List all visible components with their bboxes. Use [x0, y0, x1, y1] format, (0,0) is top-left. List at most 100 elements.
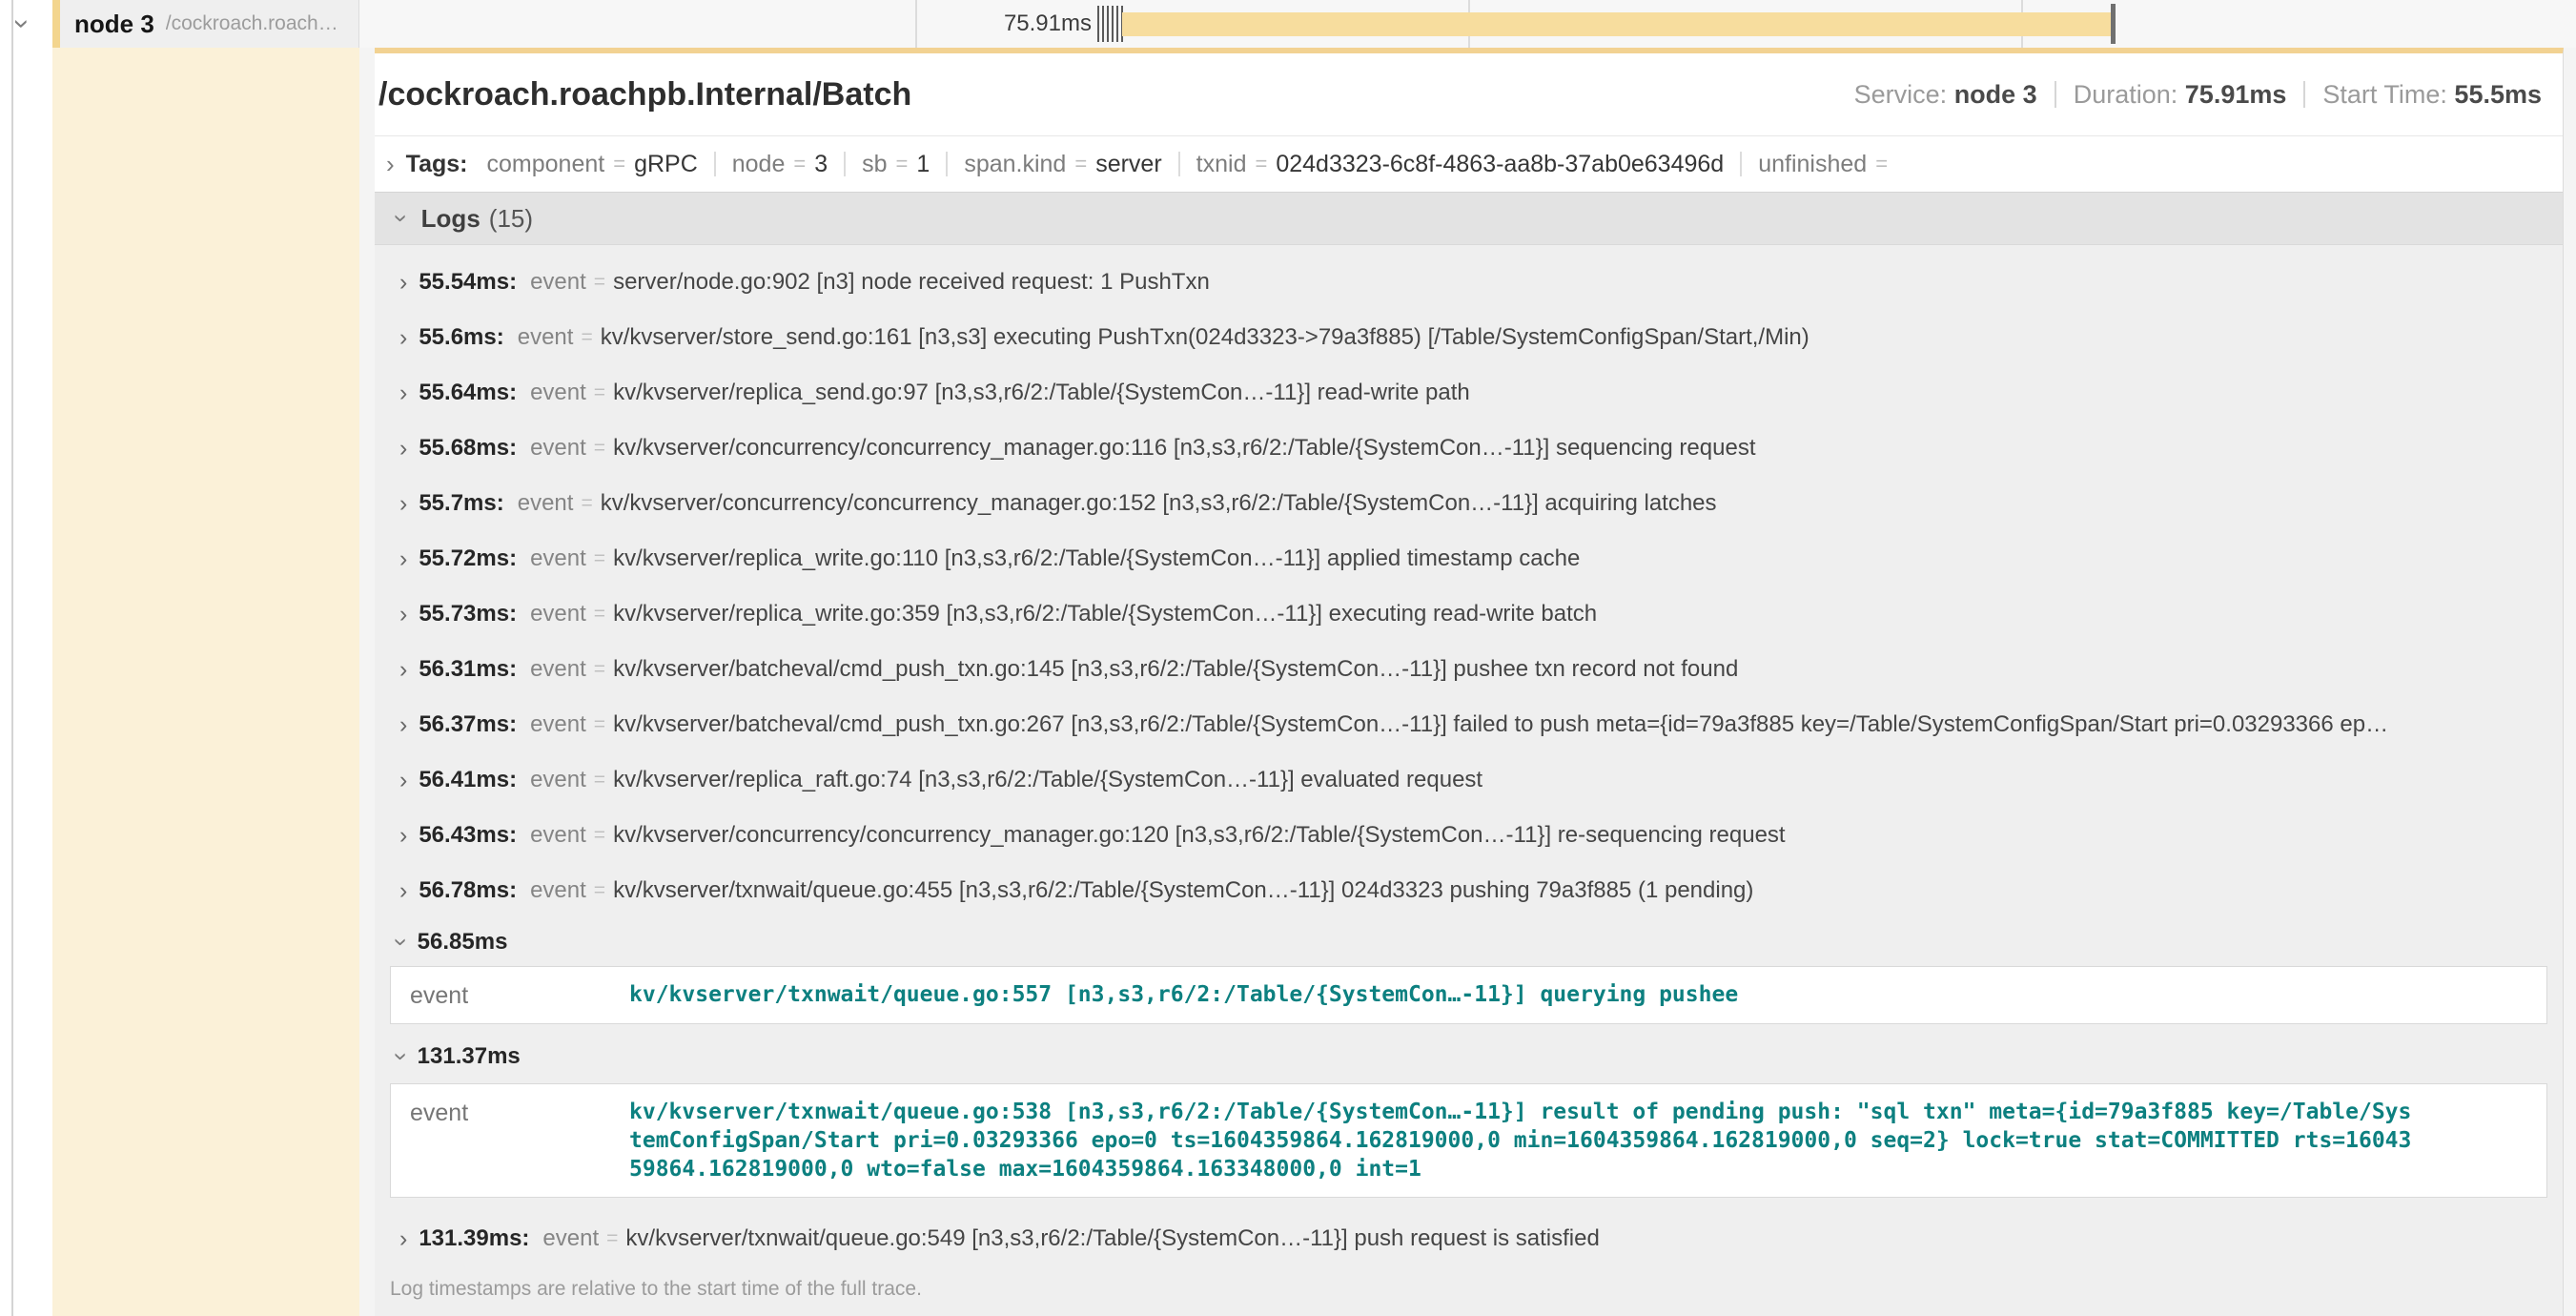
tag-value: server	[1095, 151, 1161, 178]
chevron-right-icon: ›	[386, 152, 395, 176]
span-detail-panel: /cockroach.roachpb.Internal/Batch Servic…	[375, 48, 2564, 1316]
collapse-span-chevron-icon[interactable]: ›	[6, 19, 38, 29]
log-timestamp: 55.7ms:	[419, 490, 503, 517]
logs-title: Logs	[421, 204, 480, 234]
equals-sign: =	[594, 437, 605, 460]
log-field-name: event	[530, 380, 586, 406]
log-entry-collapsed[interactable]: › 55.72ms: event = kv/kvserver/replica_w…	[375, 531, 2563, 586]
log-message: server/node.go:902 [n3] node received re…	[613, 269, 1210, 296]
equals-sign: =	[594, 271, 605, 294]
log-field-name: event	[410, 1098, 629, 1183]
log-entry-collapsed[interactable]: › 56.41ms: event = kv/kvserver/replica_r…	[375, 752, 2563, 808]
chevron-right-icon: ›	[399, 435, 407, 463]
equals-sign: =	[594, 658, 605, 681]
tag-value: 1	[916, 151, 930, 178]
chevron-down-icon: ›	[389, 1053, 414, 1061]
logs-accordion-toggle[interactable]: › Logs (15)	[375, 192, 2563, 245]
log-timestamp: 56.43ms:	[419, 822, 517, 849]
log-message: kv/kvserver/replica_raft.go:74 [n3,s3,r6…	[613, 767, 1482, 793]
span-name-cell[interactable]: node 3 /cockroach.roach…	[52, 0, 359, 48]
log-field-name: event	[530, 435, 586, 462]
equals-sign: =	[606, 1227, 618, 1250]
equals-sign: =	[594, 603, 605, 626]
log-timestamp: 55.68ms:	[419, 435, 517, 462]
log-timestamp: 56.31ms:	[419, 656, 517, 683]
chevron-right-icon: ›	[399, 822, 407, 850]
log-field-name: event	[530, 601, 586, 627]
log-message: kv/kvserver/concurrency/concurrency_mana…	[601, 490, 1717, 517]
log-timestamp: 55.72ms:	[419, 545, 517, 572]
log-timestamp: 55.6ms:	[419, 324, 503, 351]
chevron-right-icon: ›	[399, 1225, 407, 1253]
equals-sign: =	[1875, 152, 1888, 176]
tag-item: span.kind = server	[964, 151, 1161, 178]
log-message: kv/kvserver/concurrency/concurrency_mana…	[613, 822, 1786, 849]
log-message: kv/kvserver/replica_send.go:97 [n3,s3,r6…	[613, 380, 1470, 406]
tags-label: Tags:	[406, 151, 468, 178]
tag-key: component	[487, 151, 605, 178]
log-entry-collapsed[interactable]: › 55.6ms: event = kv/kvserver/store_send…	[375, 310, 2563, 365]
tag-item: node = 3	[732, 151, 828, 178]
span-duration-label: 75.91ms	[906, 0, 1092, 48]
tag-value: gRPC	[634, 151, 698, 178]
log-entry-collapsed[interactable]: › 55.68ms: event = kv/kvserver/concurren…	[375, 421, 2563, 476]
tag-item: sb = 1	[862, 151, 930, 178]
log-timestamp: 131.39ms:	[419, 1225, 529, 1252]
equals-sign: =	[581, 492, 592, 515]
selected-span-highlight-column	[52, 48, 359, 1316]
tag-key: txnid	[1196, 151, 1247, 178]
log-message: kv/kvserver/replica_write.go:110 [n3,s3,…	[613, 545, 1580, 572]
chevron-down-icon: ›	[389, 938, 414, 947]
chevron-right-icon: ›	[399, 711, 407, 739]
equals-sign: =	[793, 152, 806, 176]
chevron-right-icon: ›	[399, 877, 407, 905]
log-entry-collapsed[interactable]: › 55.54ms: event = server/node.go:902 [n…	[375, 255, 2563, 310]
log-message: kv/kvserver/batcheval/cmd_push_txn.go:26…	[613, 711, 2388, 738]
log-field-value: kv/kvserver/txnwait/queue.go:557 [n3,s3,…	[629, 980, 1738, 1010]
span-operation-title: /cockroach.roachpb.Internal/Batch	[378, 76, 911, 113]
equals-sign: =	[613, 152, 625, 176]
log-entry-collapsed[interactable]: › 55.64ms: event = kv/kvserver/replica_s…	[375, 365, 2563, 421]
log-entry-collapsed[interactable]: › 56.78ms: event = kv/kvserver/txnwait/q…	[375, 863, 2563, 918]
span-operation-name: /cockroach.roach…	[166, 12, 346, 35]
equals-sign: =	[896, 152, 909, 176]
service-stat: Service: node 3	[1854, 80, 2037, 110]
log-entry-collapsed[interactable]: › 56.31ms: event = kv/kvserver/batcheval…	[375, 642, 2563, 697]
start-time-stat: Start Time: 55.5ms	[2322, 80, 2542, 110]
log-entry-collapsed[interactable]: › 56.43ms: event = kv/kvserver/concurren…	[375, 808, 2563, 863]
chevron-down-icon: ›	[389, 215, 414, 223]
log-keyvalue-table: event kv/kvserver/txnwait/queue.go:538 […	[390, 1083, 2547, 1198]
log-entry-toggle[interactable]: › 131.37ms	[375, 1030, 2563, 1083]
tag-item: unfinished =	[1758, 151, 1896, 178]
log-entry-toggle[interactable]: › 56.85ms	[375, 918, 2563, 966]
span-stats: Service: node 3 Duration: 75.91ms Start …	[1854, 80, 2542, 110]
log-entry-collapsed[interactable]: › 55.7ms: event = kv/kvserver/concurrenc…	[375, 476, 2563, 531]
log-message: kv/kvserver/store_send.go:161 [n3,s3] ex…	[601, 324, 1809, 351]
log-message: kv/kvserver/replica_write.go:359 [n3,s3,…	[613, 601, 1597, 627]
tag-divider	[714, 152, 716, 176]
log-field-name: event	[530, 545, 586, 572]
logs-footer-note: Log timestamps are relative to the start…	[375, 1270, 2563, 1316]
equals-sign: =	[594, 769, 605, 792]
stat-divider	[2055, 81, 2056, 108]
equals-sign: =	[581, 326, 592, 349]
equals-sign: =	[594, 381, 605, 404]
span-duration-bar[interactable]	[1122, 12, 2112, 36]
tag-item: component = gRPC	[487, 151, 698, 178]
span-timeline-row: node 3 /cockroach.roach… 75.91ms	[52, 0, 2576, 48]
chevron-right-icon: ›	[399, 545, 407, 573]
equals-sign: =	[594, 713, 605, 736]
log-field-name: event	[410, 980, 629, 1010]
chevron-right-icon: ›	[399, 490, 407, 518]
log-field-name: event	[530, 877, 586, 904]
equals-sign: =	[594, 824, 605, 847]
log-entry-collapsed[interactable]: › 131.39ms: event = kv/kvserver/txnwait/…	[375, 1211, 2563, 1266]
log-entry-collapsed[interactable]: › 55.73ms: event = kv/kvserver/replica_w…	[375, 586, 2563, 642]
log-entry-collapsed[interactable]: › 56.37ms: event = kv/kvserver/batcheval…	[375, 697, 2563, 752]
log-field-name: event	[518, 324, 574, 351]
tags-accordion-toggle[interactable]: › Tags: component = gRPC node = 3 sb = 1…	[375, 136, 2563, 192]
log-timestamp: 131.37ms	[418, 1043, 521, 1070]
tag-key: sb	[862, 151, 887, 178]
tag-key: node	[732, 151, 786, 178]
log-entry-expanded: › 131.37ms event kv/kvserver/txnwait/que…	[375, 1030, 2563, 1198]
